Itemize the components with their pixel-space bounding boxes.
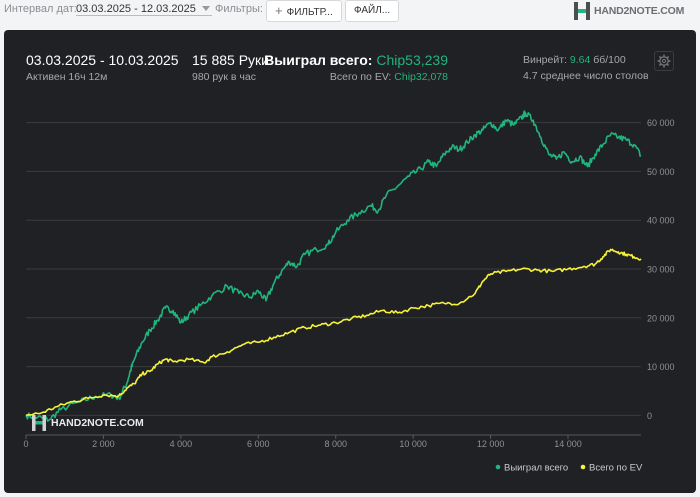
plus-icon: + [275, 3, 283, 18]
hand2note-logo-mark [574, 2, 590, 20]
files-button-label: ФАЙЛ... [354, 5, 391, 16]
legend-ev-label: Всего по EV [589, 463, 643, 474]
legend-ev-marker [580, 464, 586, 470]
y-tick-label: 20 000 [647, 313, 675, 323]
x-tick-label: 12 000 [477, 439, 505, 449]
watermark-text: HAND2NOTE.COM [51, 417, 144, 429]
graph-panel: 03.03.2025 - 10.03.2025 Активен 16ч 12м … [4, 30, 696, 493]
toolbar: Интервал дат: 03.03.2025 - 12.03.2025 Фи… [0, 0, 700, 22]
x-tick-label: 4 000 [170, 439, 193, 449]
x-tick-label: 6 000 [247, 439, 270, 449]
filter-button[interactable]: + ФИЛЬТР... [266, 0, 342, 22]
won-total-series-line [25, 110, 642, 422]
chevron-down-icon [201, 6, 210, 11]
ev-total-series-line [25, 248, 642, 417]
filters-label: Фильтры: [215, 3, 263, 15]
filter-button-label: ФИЛЬТР... [286, 7, 333, 18]
y-tick-label: 60 000 [647, 118, 675, 128]
y-tick-label: 40 000 [647, 216, 675, 226]
legend-won-marker [495, 464, 501, 470]
date-range-value: 03.03.2025 - 12.03.2025 [76, 3, 196, 15]
y-tick-label: 0 [647, 411, 652, 421]
x-tick-label: 8 000 [324, 439, 347, 449]
y-tick-label: 30 000 [647, 265, 675, 275]
files-button[interactable]: ФАЙЛ... [345, 0, 400, 22]
y-tick-label: 10 000 [647, 362, 675, 372]
date-range-select[interactable]: 03.03.2025 - 12.03.2025 [76, 3, 212, 16]
x-tick-label: 10 000 [399, 439, 427, 449]
x-tick-label: 0 [23, 439, 28, 449]
legend-won-label: Выиграл всего [504, 463, 568, 474]
watermark-logo-mark [32, 415, 46, 431]
x-tick-label: 14 000 [554, 439, 582, 449]
hand2note-logo: HAND2NOTE.COM [574, 1, 692, 21]
x-tick-label: 2 000 [92, 439, 115, 449]
interval-label: Интервал дат: [4, 3, 77, 15]
logo-text: HAND2NOTE.COM [594, 5, 685, 17]
y-tick-label: 50 000 [647, 167, 675, 177]
